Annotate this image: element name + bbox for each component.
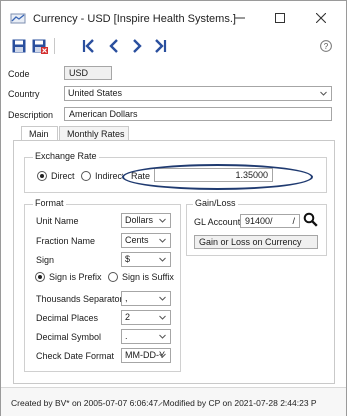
- search-icon: [303, 212, 318, 227]
- help-icon: ?: [320, 40, 332, 52]
- currency-window: Currency - USD [Inspire Health Systems.]: [0, 0, 347, 416]
- status-text: Created by BV* on 2005-07-07 6:06:47 ̷ M…: [11, 398, 317, 408]
- first-record-button[interactable]: [81, 38, 97, 54]
- title-bar: Currency - USD [Inspire Health Systems.]: [1, 1, 346, 35]
- help-button[interactable]: ?: [319, 38, 333, 54]
- sign-value: $: [125, 254, 131, 264]
- country-select[interactable]: United States: [64, 86, 332, 101]
- description-field[interactable]: American Dollars: [64, 107, 332, 121]
- chevron-down-icon: [159, 218, 166, 223]
- gl-account-description: Gain or Loss on Currency: [194, 235, 318, 249]
- currency-app-icon: [10, 11, 26, 27]
- indirect-label: Indirect: [95, 171, 123, 181]
- tab-monthly-rates[interactable]: Monthly Rates: [59, 126, 129, 141]
- gl-account-field[interactable]: 91400/ /: [240, 214, 300, 228]
- decimal-symbol-select[interactable]: .: [121, 329, 171, 344]
- check-date-format-label: Check Date Format: [36, 351, 115, 361]
- last-record-button[interactable]: [152, 38, 168, 54]
- fraction-name-label: Fraction Name: [36, 236, 96, 246]
- direct-label: Direct: [51, 171, 75, 181]
- chevron-down-icon: [159, 334, 166, 339]
- direct-radio[interactable]: [37, 171, 47, 181]
- gain-loss-title: Gain/Loss: [193, 198, 238, 208]
- save-close-icon: [32, 39, 48, 54]
- maximize-icon: [275, 13, 285, 23]
- code-field[interactable]: USD: [64, 66, 112, 80]
- main-tab-panel: Exchange Rate Direct Indirect Rate 1.350…: [13, 141, 335, 384]
- format-group: [24, 204, 181, 372]
- check-date-format-select[interactable]: MM-DD-Y: [121, 348, 171, 363]
- thousands-separator-select[interactable]: ,: [121, 291, 171, 306]
- indirect-radio[interactable]: [81, 171, 91, 181]
- code-label: Code: [8, 69, 30, 79]
- format-title: Format: [33, 198, 66, 208]
- gl-account-suffix: /: [292, 216, 295, 226]
- decimal-places-value: 2: [125, 312, 131, 322]
- previous-record-button[interactable]: [107, 38, 121, 54]
- unit-name-label: Unit Name: [36, 216, 79, 226]
- sign-prefix-radio[interactable]: [35, 272, 45, 282]
- fraction-name-select[interactable]: Cents: [121, 233, 171, 248]
- chevron-down-icon: [159, 353, 166, 358]
- gl-account-label: GL Account: [194, 217, 241, 227]
- decimal-symbol-value: .: [125, 331, 128, 341]
- gl-account-value: 91400/: [245, 216, 273, 226]
- unit-name-value: Dollars: [125, 215, 154, 225]
- sign-select[interactable]: $: [121, 252, 171, 267]
- close-icon: [316, 13, 326, 23]
- unit-name-select[interactable]: Dollars: [121, 213, 171, 228]
- save-icon: [12, 39, 26, 53]
- decimal-places-label: Decimal Places: [36, 313, 99, 323]
- decimal-places-select[interactable]: 2: [121, 310, 171, 325]
- next-record-button[interactable]: [130, 38, 144, 54]
- minimize-button[interactable]: [223, 7, 257, 29]
- sign-prefix-label: Sign is Prefix: [49, 272, 102, 282]
- country-label: Country: [8, 89, 40, 99]
- toolbar: ?: [1, 35, 346, 57]
- svg-text:?: ?: [324, 42, 329, 51]
- first-record-icon: [82, 39, 94, 53]
- sign-label: Sign: [36, 255, 55, 265]
- toolbar-separator: [54, 38, 55, 54]
- thousands-separator-label: Thousands Separator: [36, 294, 123, 304]
- rate-label: Rate: [131, 171, 151, 181]
- next-record-icon: [133, 39, 142, 53]
- previous-record-icon: [109, 39, 118, 53]
- exchange-rate-title: Exchange Rate: [33, 151, 99, 161]
- chevron-down-icon: [159, 296, 166, 301]
- rate-field[interactable]: 1.35000: [154, 168, 273, 182]
- window-title: Currency - USD [Inspire Health Systems.]: [33, 13, 236, 25]
- chevron-down-icon: [159, 238, 166, 243]
- description-label: Description: [8, 110, 54, 120]
- maximize-button[interactable]: [263, 7, 297, 29]
- chevron-down-icon: [320, 91, 327, 96]
- sign-suffix-label: Sign is Suffix: [122, 272, 174, 282]
- thousands-separator-value: ,: [125, 293, 128, 303]
- fraction-name-value: Cents: [125, 235, 149, 245]
- chevron-down-icon: [159, 315, 166, 320]
- gl-account-search-button[interactable]: [303, 212, 318, 229]
- minimize-icon: [235, 17, 245, 19]
- status-bar: Created by BV* on 2005-07-07 6:06:47 ̷ M…: [1, 387, 346, 416]
- sign-suffix-radio[interactable]: [108, 272, 118, 282]
- last-record-icon: [155, 39, 167, 53]
- chevron-down-icon: [159, 257, 166, 262]
- save-button[interactable]: [11, 38, 27, 54]
- decimal-symbol-label: Decimal Symbol: [36, 332, 102, 342]
- close-button[interactable]: [304, 7, 338, 29]
- save-close-button[interactable]: [32, 38, 48, 54]
- country-value: United States: [68, 88, 123, 98]
